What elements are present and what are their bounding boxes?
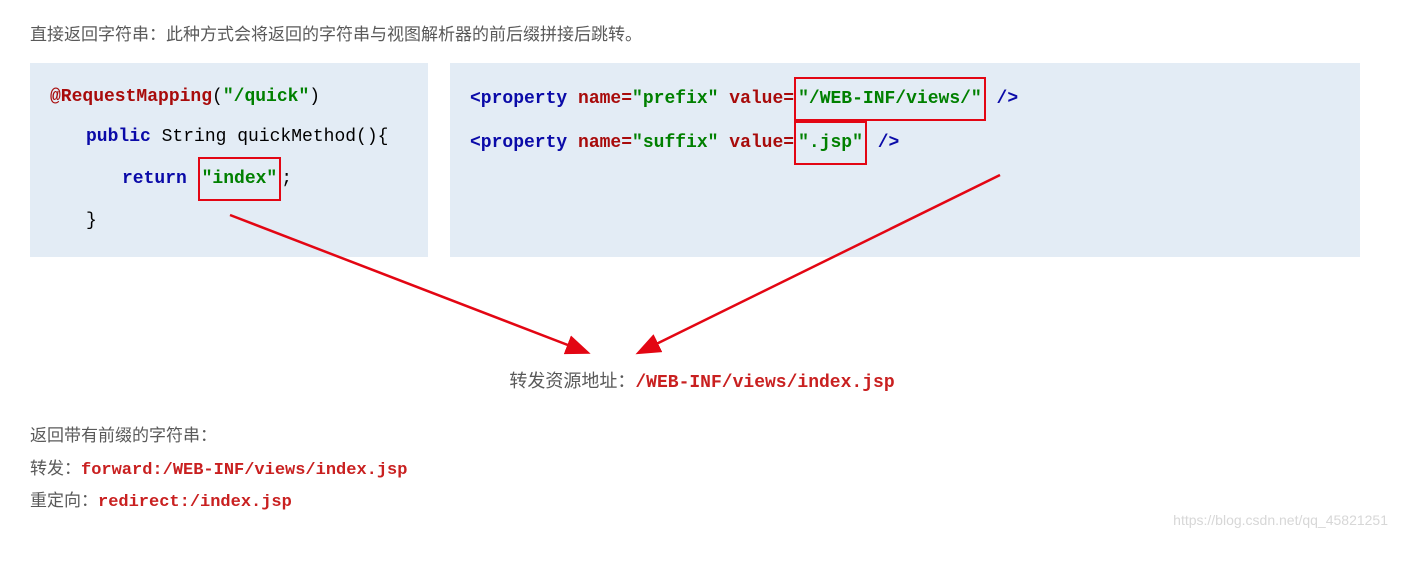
- xml-suffix-key: "suffix": [632, 133, 718, 153]
- forward-code: forward:/WEB-INF/views/index.jsp: [81, 461, 407, 480]
- xml-tag: <property: [470, 89, 578, 109]
- forward-line: 转发：forward:/WEB-INF/views/index.jsp: [30, 454, 1374, 480]
- forward-result: 转发资源地址：/WEB-INF/views/index.jsp: [30, 367, 1374, 393]
- xml-attr-name: name=: [578, 89, 632, 109]
- keyword-public: public: [86, 127, 151, 147]
- xml-tag-close: />: [867, 133, 899, 153]
- brace-close: }: [86, 211, 97, 231]
- code-panel-row: @RequestMapping("/quick") public String …: [30, 63, 1374, 257]
- java-code-panel: @RequestMapping("/quick") public String …: [30, 63, 428, 257]
- return-value-box: "index": [198, 157, 282, 201]
- result-label: 转发资源地址：: [509, 371, 635, 391]
- xml-code-panel: <property name="prefix" value="/WEB-INF/…: [450, 63, 1360, 257]
- xml-tag-close: />: [986, 89, 1018, 109]
- xml-tag: <property: [470, 133, 578, 153]
- paren-open: (: [212, 87, 223, 107]
- method-sig: String quickMethod(){: [151, 127, 389, 147]
- suffix-ext-box: ".jsp": [794, 121, 867, 165]
- keyword-return: return: [122, 169, 198, 189]
- paren-close: ): [309, 87, 320, 107]
- annotation: @RequestMapping: [50, 87, 212, 107]
- result-path: /WEB-INF/views/index.jsp: [635, 373, 894, 393]
- redirect-label: 重定向：: [30, 491, 98, 510]
- xml-attr-value: value=: [718, 133, 794, 153]
- redirect-line: 重定向：redirect:/index.jsp: [30, 486, 1374, 512]
- xml-attr-value: value=: [718, 89, 794, 109]
- prefix-path-box: "/WEB-INF/views/": [794, 77, 986, 121]
- semicolon: ;: [281, 169, 292, 189]
- xml-attr-name: name=: [578, 133, 632, 153]
- xml-prefix-key: "prefix": [632, 89, 718, 109]
- annotation-arg: "/quick": [223, 87, 309, 107]
- forward-label: 转发：: [30, 459, 81, 478]
- redirect-code: redirect:/index.jsp: [98, 493, 292, 512]
- sub-heading: 返回带有前缀的字符串：: [30, 421, 1374, 446]
- watermark: https://blog.csdn.net/qq_45821251: [1173, 512, 1388, 528]
- intro-text: 直接返回字符串：此种方式会将返回的字符串与视图解析器的前后缀拼接后跳转。: [30, 20, 1374, 45]
